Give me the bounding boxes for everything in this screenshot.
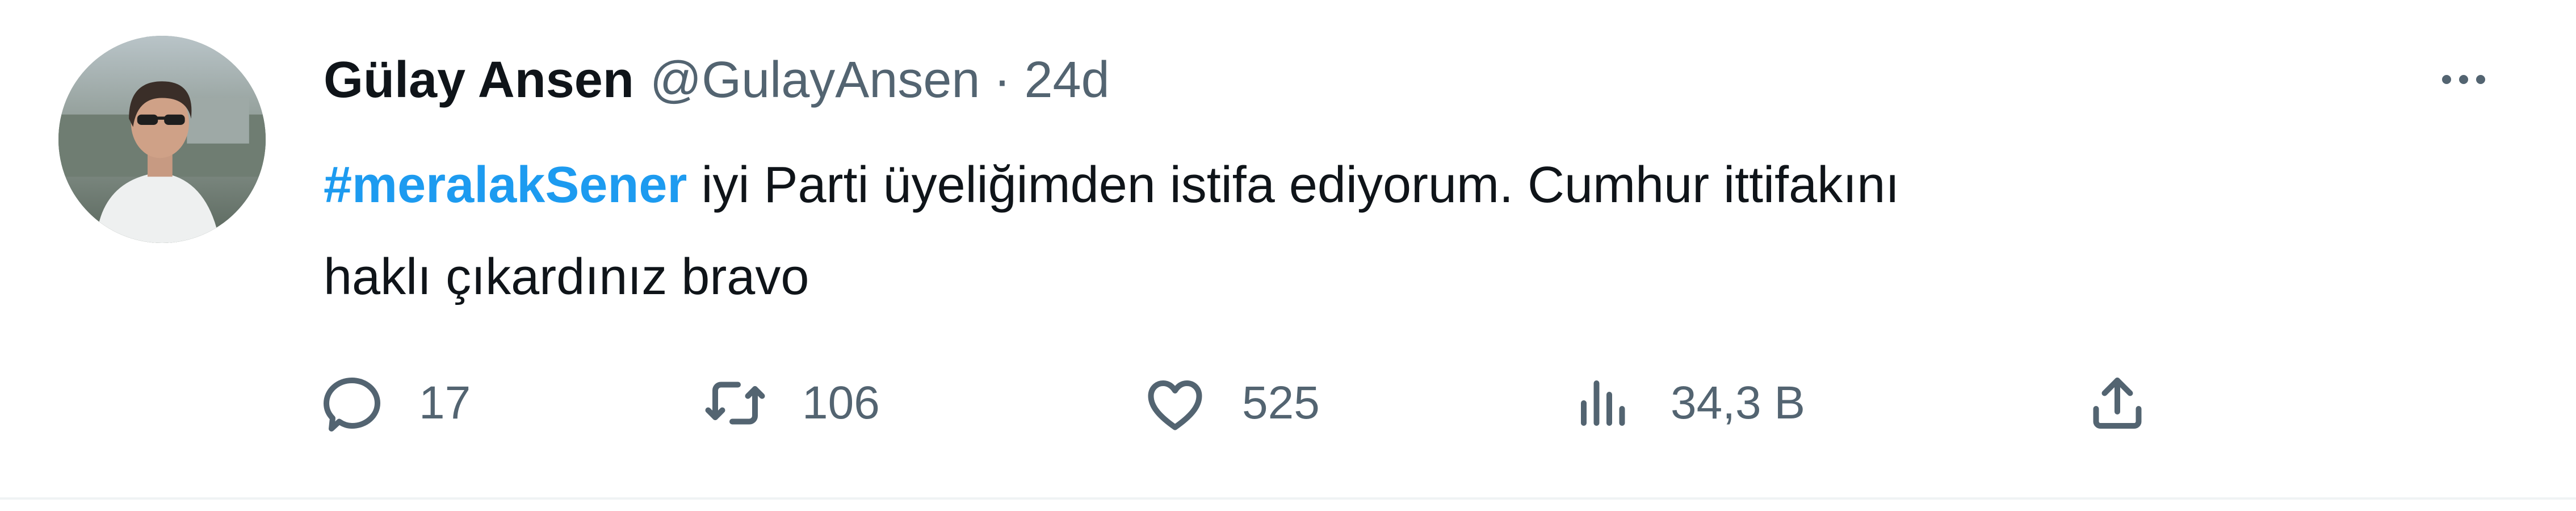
hashtag-link[interactable]: #meralakSener bbox=[324, 157, 687, 213]
retweet-count: 106 bbox=[802, 377, 880, 429]
tweet-text: #meralakSener iyi Parti üyeliğimden isti… bbox=[324, 139, 2424, 323]
avatar[interactable] bbox=[58, 36, 266, 243]
views-icon bbox=[1581, 380, 1625, 426]
retweet-button[interactable]: 106 bbox=[701, 369, 880, 437]
tweet-text-body: iyi Parti üyeliğimden istifa ediyorum. C… bbox=[687, 157, 1900, 213]
like-icon bbox=[1148, 380, 1202, 430]
avatar-photo bbox=[58, 36, 266, 243]
like-button[interactable]: 525 bbox=[1141, 369, 1320, 437]
like-count: 525 bbox=[1242, 377, 1320, 429]
tweet-header: Gülay Ansen @GulayAnsen · 24d bbox=[324, 49, 1110, 111]
reply-icon bbox=[324, 378, 380, 432]
author-handle[interactable]: @GulayAnsen bbox=[650, 49, 980, 111]
more-dots-icon[interactable] bbox=[2424, 57, 2503, 102]
tweet-actions: 17 106 525 34,3 B bbox=[318, 369, 2248, 437]
retweet-icon bbox=[705, 382, 765, 425]
tweet-card[interactable]: Gülay Ansen @GulayAnsen · 24d #meralakSe… bbox=[0, 0, 2576, 499]
share-icon bbox=[2093, 378, 2142, 429]
share-button[interactable] bbox=[2083, 369, 2151, 437]
separator-dot: · bbox=[993, 52, 1011, 108]
views-count: 34,3 B bbox=[1671, 377, 1806, 429]
tweet-divider bbox=[0, 497, 2576, 500]
tweet-time[interactable]: 24d bbox=[1024, 49, 1109, 111]
reply-count: 17 bbox=[419, 377, 471, 429]
reply-button[interactable]: 17 bbox=[318, 369, 471, 437]
author-name[interactable]: Gülay Ansen bbox=[324, 49, 634, 111]
tweet-text-line-2: haklı çıkardınız bravo bbox=[324, 249, 809, 305]
views-button[interactable]: 34,3 B bbox=[1570, 369, 1805, 437]
tweet-text-line-1: #meralakSener iyi Parti üyeliğimden isti… bbox=[324, 139, 2424, 231]
